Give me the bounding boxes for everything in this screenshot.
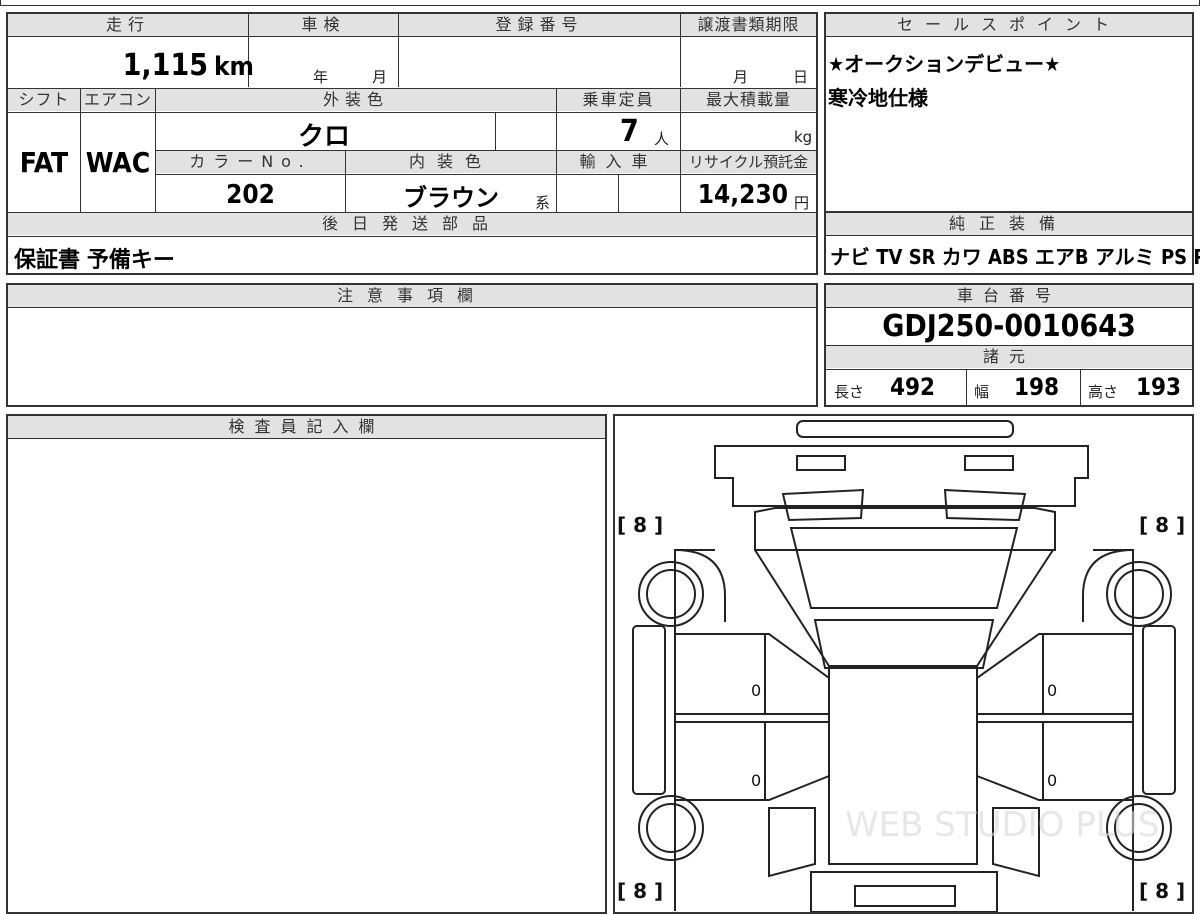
transfer-header: 譲渡書類期限 [681, 14, 816, 36]
recycle-header: リサイクル預託金 [681, 151, 816, 173]
damage-marker-rear-left: [ 8 ] [617, 879, 663, 903]
height-value: 193 [1136, 373, 1182, 401]
mileage-header: 走行 [8, 14, 248, 36]
inspection-year: 年 [313, 68, 329, 86]
door-marker-rear-left: 0 [751, 771, 761, 790]
damage-marker-rear-right: [ 8 ] [1139, 879, 1185, 903]
door-marker-front-left: 0 [751, 681, 761, 700]
width-value: 198 [1014, 373, 1060, 401]
aircon-header: エアコン [81, 89, 155, 111]
length-value: 492 [890, 373, 936, 401]
capacity-header: 乗車定員 [557, 89, 680, 111]
interior-value: ブラウン [403, 184, 499, 212]
transfer-month: 月 [733, 68, 749, 86]
equipment-items: ナビ TV SR カワ ABS エアB アルミ PS PW [830, 245, 1200, 269]
sales-point-box: セールスポイント ★オークションデビュー★ 寒冷地仕様 [824, 12, 1194, 213]
loadcap-header: 最大積載量 [681, 89, 816, 111]
spec-header: 諸元 [826, 346, 1192, 368]
length-label: 長さ [834, 383, 865, 401]
height-label: 高さ [1088, 383, 1119, 401]
interior-unit: 系 [535, 194, 551, 212]
colorno-header: カラーNo. [156, 151, 345, 173]
car-diagram: [ 8 ] [ 8 ] [ 8 ] [ 8 ] 0 0 0 0 WEB STUD… [617, 420, 1185, 912]
registration-header: 登録番号 [399, 14, 680, 36]
recycle-unit: 円 [794, 194, 810, 212]
exterior-value: クロ [298, 122, 351, 152]
equipment-box: 純正装備 ナビ TV SR カワ ABS エアB アルミ PS PW [824, 211, 1200, 275]
loadcap-unit: kg [794, 128, 813, 146]
equipment-header: 純正装備 [826, 213, 1192, 235]
width-label: 幅 [974, 383, 990, 401]
recycle-value: 14,230 [697, 180, 788, 210]
watermark: WEB STUDIO PLUS [845, 805, 1159, 845]
chassis-header: 車台番号 [826, 285, 1192, 307]
capacity-unit: 人 [654, 130, 670, 148]
chassis-box: 車台番号 GDJ250-0010643 諸元 長さ 492 幅 198 高さ 1… [824, 283, 1194, 407]
inspector-box: 検査員記入欄 [6, 414, 607, 914]
shift-value: FAT [19, 146, 69, 179]
transfer-day: 日 [793, 68, 809, 86]
door-marker-rear-right: 0 [1047, 771, 1057, 790]
car-diagram-box: [ 8 ] [ 8 ] [ 8 ] [ 8 ] 0 0 0 0 WEB STUD… [613, 414, 1194, 914]
later-parts-value: 保証書 予備キー [14, 248, 175, 273]
mileage-unit: km [214, 52, 254, 82]
notes-header: 注意事項欄 [8, 285, 816, 307]
colorno-value: 202 [226, 180, 275, 210]
later-parts-header: 後日発送部品 [8, 213, 816, 235]
exterior-header: 外装色 [156, 89, 556, 111]
damage-marker-front-right: [ 8 ] [1139, 513, 1185, 537]
vehicle-info-box: 走行 車検 登録番号 譲渡書類期限 1,115 km 年 月 月 日 シフト エ… [6, 12, 818, 275]
inspection-header: 車検 [249, 14, 398, 36]
door-marker-front-right: 0 [1047, 681, 1057, 700]
top-strip [0, 0, 1200, 6]
capacity-value: 7 [620, 114, 639, 149]
damage-marker-front-left: [ 8 ] [617, 513, 663, 537]
aircon-value: WAC [85, 146, 151, 179]
interior-header: 内装色 [346, 151, 556, 173]
chassis-number: GDJ250-0010643 [882, 309, 1136, 344]
sales-point-line2: 寒冷地仕様 [828, 86, 928, 110]
mileage-value: 1,115 [122, 48, 208, 83]
sales-point-header: セールスポイント [826, 14, 1192, 36]
import-header: 輸入車 [557, 151, 680, 173]
inspector-header: 検査員記入欄 [8, 416, 605, 438]
inspection-month: 月 [372, 68, 388, 86]
sales-point-line1: ★オークションデビュー★ [828, 52, 1061, 76]
notes-box: 注意事項欄 [6, 283, 818, 407]
shift-header: シフト [8, 89, 80, 111]
